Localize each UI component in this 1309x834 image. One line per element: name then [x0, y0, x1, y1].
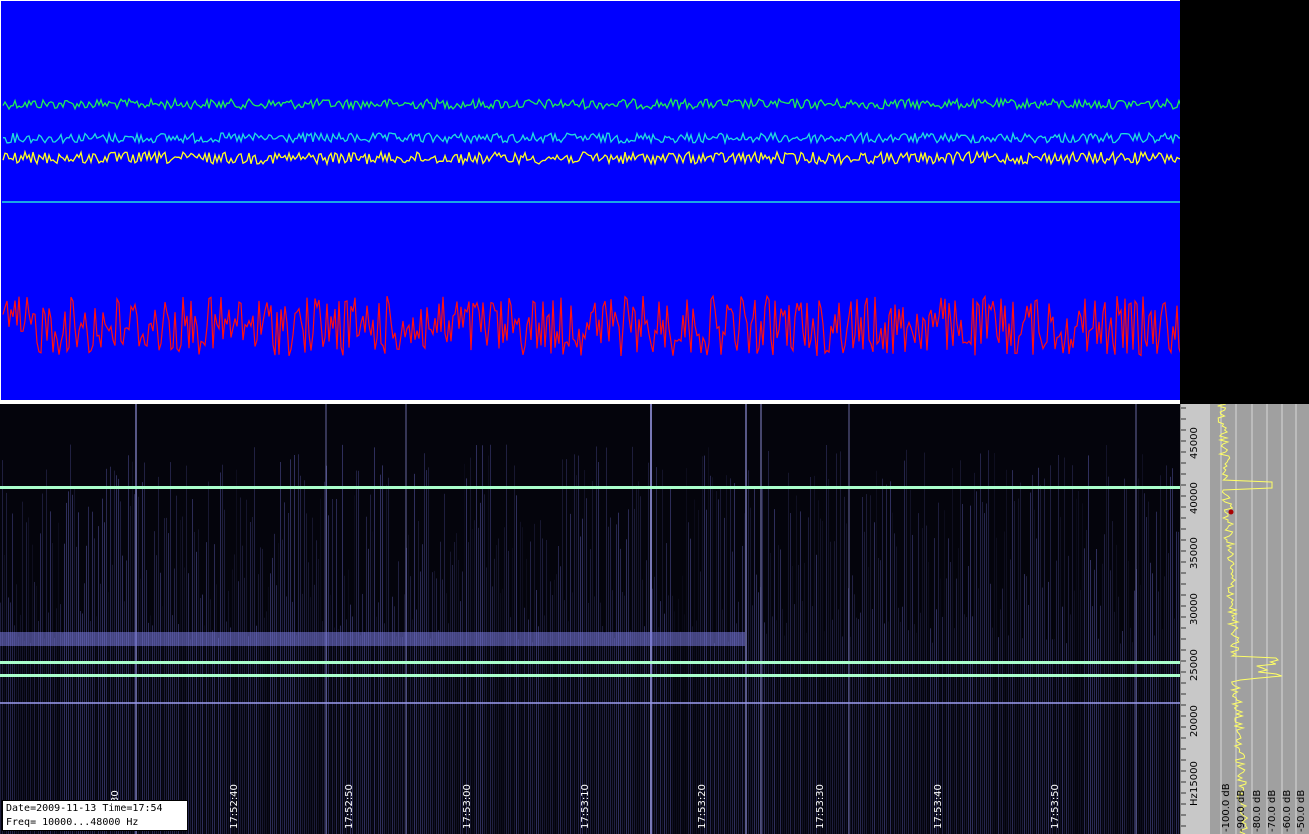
time-label-6: 17:53:30 — [815, 784, 826, 829]
yellow-trace — [2, 149, 1181, 167]
frequency-axis: 45000 40000 35000 30000 25000 20000 1500… — [1180, 404, 1211, 834]
freq-label-45000: 45000 — [1189, 427, 1200, 459]
db-label-70: -70.0 dB — [1267, 789, 1278, 832]
date-time-text: Date=2009-11-13 Time=17:54 — [6, 803, 163, 814]
freq-label-35000: 35000 — [1189, 537, 1200, 569]
time-label-5: 17:53:20 — [697, 784, 708, 829]
freq-unit-label: Hz — [1189, 793, 1200, 806]
freq-label-25000: 25000 — [1189, 649, 1200, 681]
spectrum-panel[interactable]: -100.0 dB -90.0 dB -80.0 dB -70.0 dB -60… — [1210, 404, 1309, 834]
cyan-trace — [2, 131, 1181, 146]
db-label-90: -90.0 dB — [1236, 789, 1247, 832]
time-label-2: 17:52:50 — [344, 784, 355, 829]
freq-label-20000: 20000 — [1189, 705, 1200, 737]
spectrogram-band — [0, 632, 745, 646]
tone-line — [0, 661, 1180, 664]
spectrogram-noise — [0, 404, 1179, 834]
freq-label-40000: 40000 — [1189, 482, 1200, 514]
db-label-60: -60.0 dB — [1282, 789, 1293, 832]
db-label-100: -100.0 dB — [1221, 783, 1232, 832]
time-label-3: 17:53:00 — [462, 784, 473, 829]
red-trace — [2, 294, 1181, 357]
spectrogram-image — [0, 404, 1180, 834]
info-box: Date=2009-11-13 Time=17:54 Freq= 10000..… — [2, 800, 188, 831]
time-label-1: 17:52:40 — [229, 784, 240, 829]
green-trace — [2, 96, 1181, 112]
time-label-4: 17:53:10 — [580, 784, 591, 829]
right-blank-area — [1180, 0, 1309, 404]
waveform-panel[interactable] — [0, 0, 1181, 400]
spectrum-plot — [1217, 404, 1297, 834]
freq-range-text: Freq= 10000...48000 Hz — [6, 817, 139, 828]
freq-label-30000: 30000 — [1189, 593, 1200, 625]
time-label-7: 17:53:40 — [933, 784, 944, 829]
spectrum-marker[interactable] — [1228, 509, 1234, 515]
spectrum-trace — [1217, 404, 1282, 834]
freq-label-15000: 15000 — [1189, 761, 1200, 793]
waveform-plot — [2, 96, 1181, 357]
spectrogram-panel[interactable]: 30 17:52:40 17:52:50 17:53:00 17:53:10 1… — [0, 404, 1180, 834]
tone-line — [0, 486, 1180, 489]
db-label-50: -50.0 dB — [1296, 789, 1307, 832]
db-label-80: -80.0 dB — [1252, 789, 1263, 832]
tone-line — [0, 674, 1180, 677]
time-label-8: 17:53:50 — [1050, 784, 1061, 829]
tone-line-faint — [0, 702, 1180, 704]
